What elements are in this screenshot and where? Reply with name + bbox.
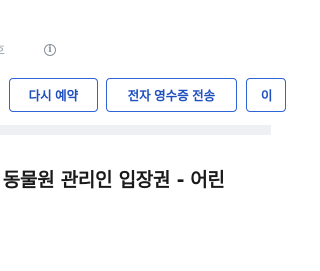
info-icon[interactable]: i — [44, 44, 56, 56]
product-title: 동물원 관리인 입장권 - 어린 — [3, 169, 225, 191]
next-action-button[interactable]: 이 — [246, 78, 286, 112]
rebook-button[interactable]: 다시 예약 — [9, 78, 98, 112]
order-number-label: 호 — [0, 42, 5, 58]
section-divider — [0, 125, 271, 135]
send-e-receipt-button[interactable]: 전자 영수증 전송 — [106, 78, 237, 112]
product-section — [0, 135, 271, 271]
